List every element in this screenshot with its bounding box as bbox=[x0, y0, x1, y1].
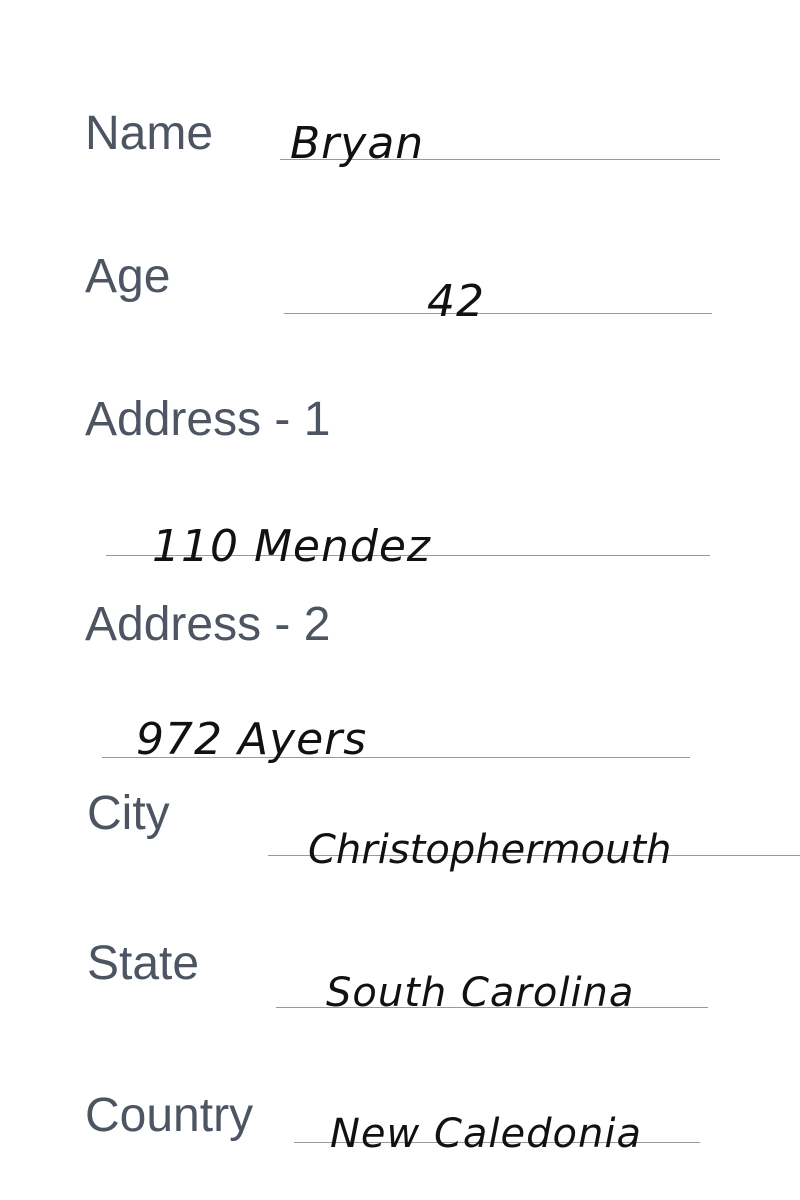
address1-value: 110 Mendez bbox=[152, 521, 431, 572]
address1-label: Address - 1 bbox=[85, 393, 331, 446]
name-label: Name bbox=[85, 107, 214, 160]
age-label: Age bbox=[85, 250, 171, 303]
age-value: 42 bbox=[427, 276, 485, 327]
city-value: Christophermouth bbox=[308, 827, 672, 873]
name-value: Bryan bbox=[290, 118, 425, 169]
city-label: City bbox=[87, 787, 170, 840]
country-value: New Caledonia bbox=[330, 1111, 642, 1157]
address2-label: Address - 2 bbox=[85, 598, 331, 651]
state-label: State bbox=[87, 937, 200, 990]
address2-value: 972 Ayers bbox=[136, 714, 368, 765]
age-underline bbox=[284, 313, 712, 314]
state-value: South Carolina bbox=[326, 970, 635, 1016]
country-label: Country bbox=[85, 1089, 254, 1142]
